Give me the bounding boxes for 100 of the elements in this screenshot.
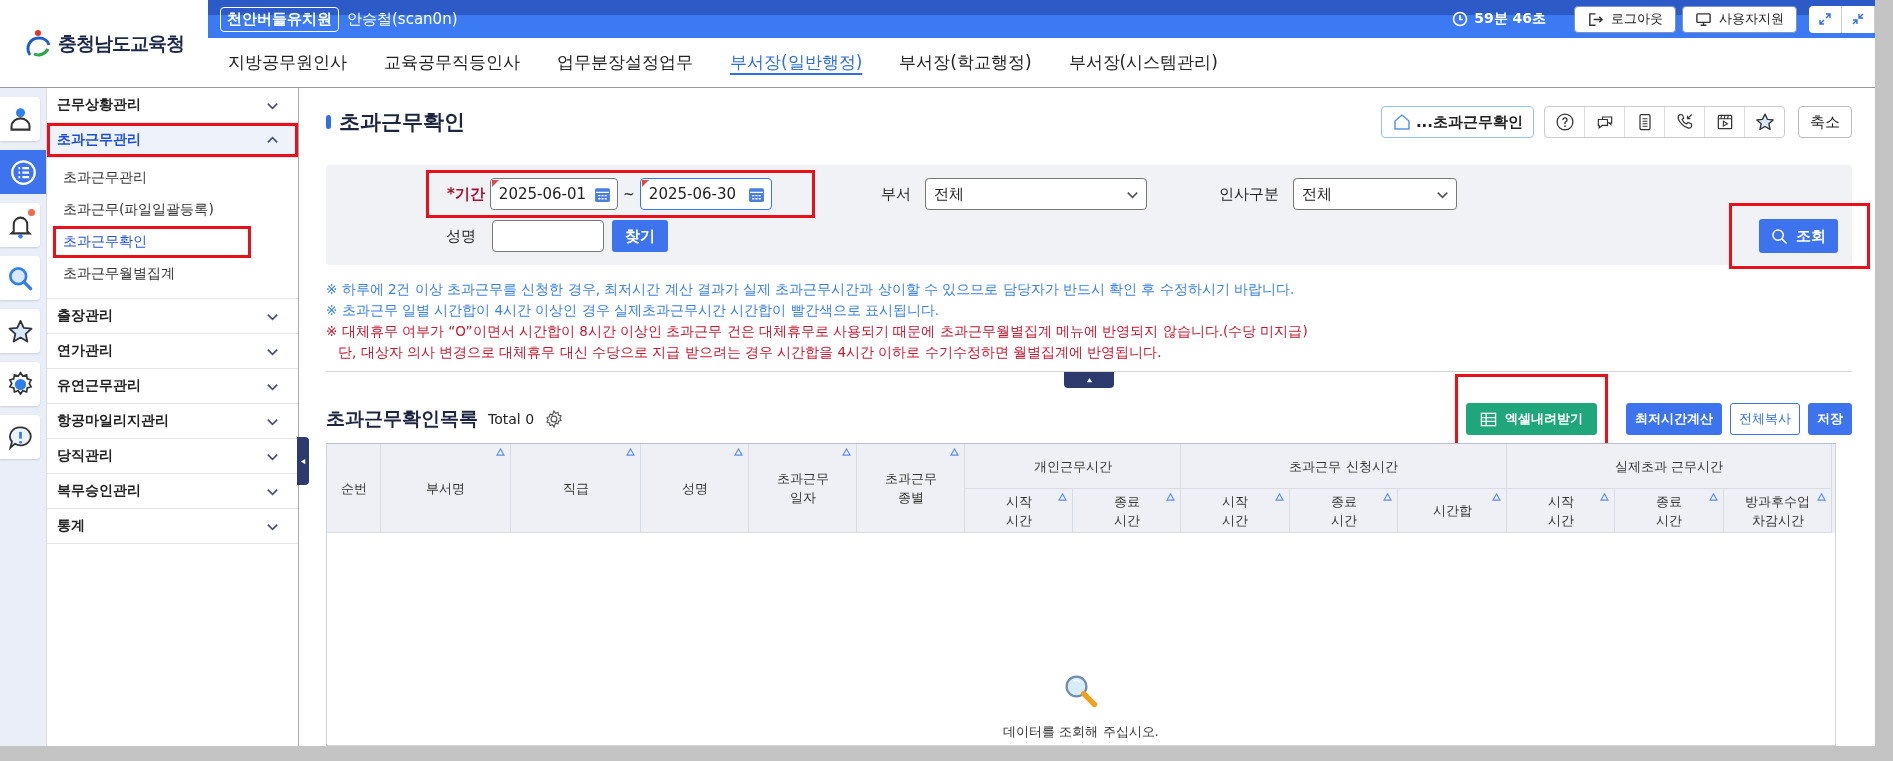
collapse-button[interactable]: 축소 — [1798, 106, 1852, 138]
column-header[interactable]: 부서명 — [381, 444, 511, 533]
column-header[interactable]: 초과근무 종별 — [857, 444, 965, 533]
menu-group[interactable]: 복무승인관리 — [47, 474, 298, 509]
expand-icon — [1817, 11, 1833, 27]
menu-tab[interactable]: 업무분장설정업무 — [557, 51, 693, 74]
notice-text: 단, 대상자 의사 변경으로 대체휴무 대신 수당으로 지급 받으려는 경우 시간합을 4시간 이하로 수기수정하면 월별집계에 반영됩니다. — [337, 343, 1163, 362]
column-header: 실제초과 근무시간 — [1507, 444, 1832, 489]
sidebar-collapse-handle[interactable] — [297, 437, 309, 485]
column-header[interactable]: 시간합 — [1398, 489, 1507, 533]
date-field[interactable]: 2025-06-30 — [639, 178, 772, 210]
field-label: 부서 — [880, 184, 911, 204]
sort-icon — [1383, 493, 1392, 501]
column-header[interactable]: 순번 — [327, 444, 381, 533]
menu-item[interactable]: 초과근무확인 — [53, 226, 251, 258]
menu-group[interactable]: 출장관리 — [47, 299, 298, 334]
menu-group[interactable]: 초과근무관리 — [47, 123, 298, 158]
search-icon — [1771, 227, 1788, 245]
action-button[interactable]: 저장 — [1808, 403, 1852, 435]
settings-icon[interactable] — [544, 409, 565, 429]
calendar-icon — [593, 185, 611, 203]
column-header[interactable]: 방과후수업 차감시간 — [1724, 489, 1832, 533]
speech-bubble-icon — [6, 423, 34, 451]
sort-icon — [950, 448, 959, 456]
menu-tab[interactable]: 부서장(학교행정) — [899, 51, 1032, 74]
organization-name: 충청남도교육청 — [58, 30, 184, 56]
menu-item[interactable]: 초과근무관리 — [53, 162, 251, 194]
magnifier-icon — [1063, 673, 1099, 709]
table-icon — [1480, 410, 1497, 428]
notice-text: ※ 초과근무 일별 시간합이 4시간 이상인 경우 실제초과근무시간 시간합이 빨간색으로 표시됩니다. — [326, 301, 941, 320]
notice-text: ※ 대체휴무 여부가 “O”이면서 시간합이 8시간 이상인 초과근무 건은 대체휴무로 사용되기 때문에 초과근무월별집계 메뉴에 반영되지 않습니다.(수당 미지급) — [326, 322, 1309, 341]
action-button[interactable]: 최저시간계산 — [1626, 403, 1722, 435]
menu-group[interactable]: 유연근무관리 — [47, 369, 298, 404]
column-header: 초과근무 신청시간 — [1181, 444, 1507, 489]
field-label: 인사구분 — [1218, 184, 1279, 204]
notice-text: ※ 하루에 2건 이상 초과근무를 신청한 경우, 최저시간 계산 결과가 실제 초과근무시간과 상이할 수 있으므로 담당자가 반드시 확인 후 수정하시기 바랍니다. — [326, 280, 1296, 299]
school-badge: 천안버들유치원 — [220, 6, 339, 32]
star-icon — [1754, 112, 1775, 132]
menu-tab[interactable]: 교육공무직등인사 — [384, 51, 520, 74]
sort-icon — [734, 448, 743, 456]
clock-icon — [1452, 11, 1469, 27]
column-header[interactable]: 시작 시간 — [1507, 489, 1615, 533]
menu-item[interactable]: 초과근무(파일일괄등록) — [53, 194, 251, 226]
column-header[interactable]: 초과근무 일자 — [749, 444, 857, 533]
sort-icon — [842, 448, 851, 456]
sort-icon — [1817, 493, 1826, 501]
text-field[interactable] — [492, 220, 604, 252]
menu-item[interactable]: 초과근무월별집계 — [53, 258, 251, 290]
column-header[interactable]: 성명 — [641, 444, 749, 533]
column-header[interactable]: 종료 시간 — [1615, 489, 1724, 533]
sort-icon — [1709, 493, 1718, 501]
rail-button[interactable] — [0, 203, 40, 247]
sort-icon — [1058, 493, 1067, 501]
support-button[interactable]: 사용자지원 — [1682, 5, 1797, 33]
list-icon — [9, 158, 37, 186]
menu-group[interactable]: 통계 — [47, 509, 298, 544]
help-icon — [1554, 112, 1575, 132]
find-button[interactable]: 찾기 — [612, 220, 668, 252]
sort-icon — [496, 448, 505, 456]
column-header[interactable]: 종료 시간 — [1073, 489, 1181, 533]
list-title: 초과근무확인목록 — [326, 406, 478, 431]
dropdown[interactable]: 전체 — [924, 178, 1147, 210]
page-title: 초과근무확인 — [339, 109, 465, 136]
menu-tab[interactable]: 부서장(시스템관리) — [1068, 51, 1218, 74]
collapse-tab[interactable] — [1064, 372, 1114, 388]
total-count: Total 0 — [488, 411, 535, 427]
column-header[interactable]: 시작 시간 — [965, 489, 1073, 533]
field-label: *기간 — [447, 184, 485, 204]
logout-button[interactable]: 로그아웃 — [1574, 5, 1676, 33]
sort-icon — [1600, 493, 1609, 501]
breadcrumb-button[interactable]: ...초과근무확인 — [1380, 106, 1534, 138]
empty-message: 데이터를 조회해 주십시오. — [1003, 723, 1159, 741]
menu-tab[interactable]: 지방공무원인사 — [228, 51, 347, 74]
date-field[interactable]: 2025-06-01 — [489, 178, 618, 210]
menu-group[interactable]: 연가관리 — [47, 334, 298, 369]
sort-icon — [626, 448, 635, 456]
search-button[interactable]: 조회 — [1759, 219, 1838, 253]
rail-button[interactable] — [0, 97, 40, 141]
shrink-icon — [1850, 11, 1866, 27]
rail-button[interactable] — [0, 362, 40, 406]
rail-button[interactable] — [0, 309, 40, 353]
menu-tab[interactable]: 부서장(일반행정) — [730, 51, 863, 74]
settings-icon — [6, 370, 34, 398]
logout-icon — [1587, 10, 1604, 28]
column-header[interactable]: 종료 시간 — [1290, 489, 1398, 533]
action-button[interactable]: 전체복사 — [1730, 403, 1800, 435]
caret-icon — [1085, 376, 1093, 384]
sort-icon — [1492, 493, 1501, 501]
title-marker — [326, 115, 331, 129]
calendar-icon — [747, 185, 765, 203]
column-header[interactable]: 직급 — [511, 444, 641, 533]
rail-button[interactable] — [0, 415, 40, 459]
menu-group[interactable]: 항공마일리지관리 — [47, 404, 298, 439]
field-label: 성명 — [445, 226, 476, 246]
search-icon — [6, 264, 34, 292]
star-icon — [6, 317, 34, 345]
dropdown[interactable]: 전체 — [1292, 178, 1457, 210]
phone-icon — [1674, 112, 1695, 132]
sort-icon — [1166, 493, 1175, 501]
column-header[interactable]: 시작 시간 — [1181, 489, 1290, 533]
